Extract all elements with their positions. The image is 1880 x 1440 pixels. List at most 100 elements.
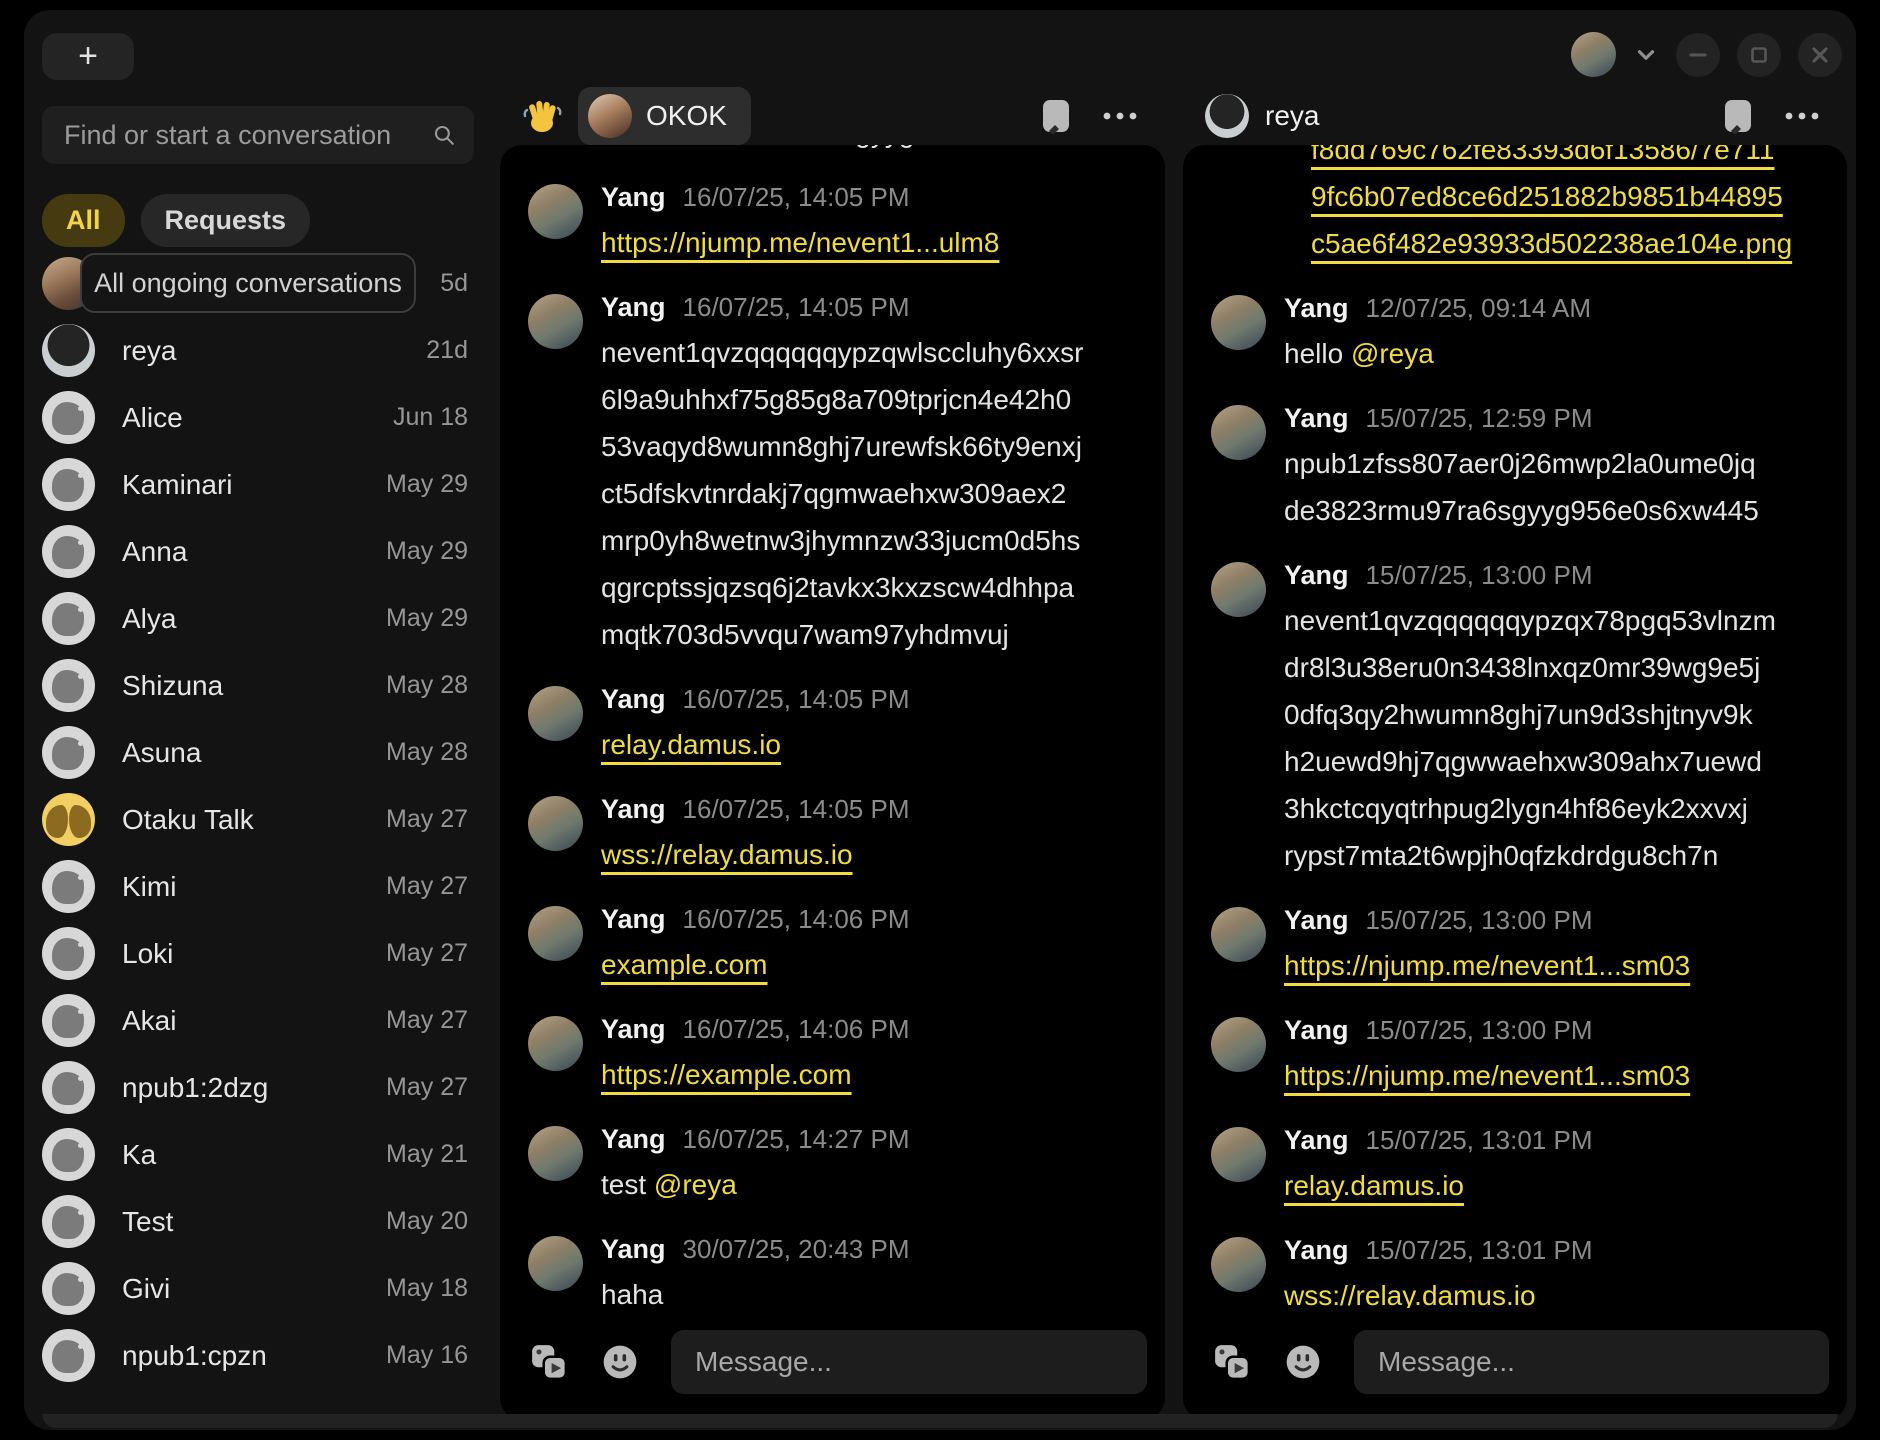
message-author: Yang xyxy=(1284,1235,1349,1266)
window-bottom-edge xyxy=(42,1414,1838,1428)
conversation-date: May 28 xyxy=(386,671,482,700)
message-author-avatar[interactable] xyxy=(1211,1237,1266,1292)
message-author-avatar[interactable] xyxy=(528,184,583,239)
message-scroll-area[interactable]: f8dd769c762fe83393d6f13586/7e711 9fc6b07… xyxy=(1183,145,1847,1308)
message-author-avatar[interactable] xyxy=(1211,1017,1266,1072)
more-options-button[interactable] xyxy=(1097,106,1143,126)
conversation-row[interactable]: Ka May 21 xyxy=(42,1121,482,1188)
message-author-avatar[interactable] xyxy=(528,1236,583,1291)
message-link[interactable]: wss://relay.damus.io xyxy=(1284,1280,1536,1308)
message-author-avatar[interactable] xyxy=(1211,1127,1266,1182)
message-author-avatar[interactable] xyxy=(528,686,583,741)
chat-message: Yang 16/07/25, 14:06 PM https://example.… xyxy=(528,1014,1143,1098)
message-timestamp: 15/07/25, 13:01 PM xyxy=(1366,1125,1593,1156)
conversation-row[interactable]: Shizuna May 28 xyxy=(42,652,482,719)
conversation-name: Givi xyxy=(122,1273,386,1305)
current-user-avatar[interactable] xyxy=(1571,32,1616,77)
chat-avatar-reya[interactable] xyxy=(1205,94,1249,138)
more-options-button[interactable] xyxy=(1779,106,1825,126)
conversation-avatar xyxy=(42,1262,95,1315)
message-link[interactable]: https://njump.me/nevent1...sm03 xyxy=(1284,950,1690,981)
conversation-avatar xyxy=(42,994,95,1047)
conversation-row[interactable]: Kaminari May 29 xyxy=(42,451,482,518)
note-pad-icon xyxy=(1723,98,1753,134)
conversation-row[interactable]: Kimi May 27 xyxy=(42,853,482,920)
conversation-date: May 29 xyxy=(386,604,482,633)
message-author-avatar[interactable] xyxy=(528,796,583,851)
message-author: Yang xyxy=(601,292,666,323)
notes-button[interactable] xyxy=(1037,94,1075,138)
message-author-avatar[interactable] xyxy=(528,1126,583,1181)
conversation-row[interactable]: Akai May 27 xyxy=(42,987,482,1054)
message-timestamp: 16/07/25, 14:06 PM xyxy=(683,1014,910,1045)
message-author-avatar[interactable] xyxy=(528,1016,583,1071)
conversation-row[interactable]: reya 21d xyxy=(42,317,482,384)
message-input[interactable] xyxy=(671,1330,1147,1394)
minimize-button[interactable] xyxy=(1676,33,1720,77)
close-button[interactable] xyxy=(1798,33,1842,77)
message-author-avatar[interactable] xyxy=(528,294,583,349)
message-link[interactable]: https://njump.me/nevent1...ulm8 xyxy=(601,227,999,258)
chat-title: OKOK xyxy=(646,100,727,132)
chat-title-pill-okok[interactable]: OKOK xyxy=(578,87,751,145)
tab-all[interactable]: All xyxy=(42,194,125,247)
message-author: Yang xyxy=(1284,403,1349,434)
message-link[interactable]: https://example.com xyxy=(601,1059,852,1090)
message-content: haha xyxy=(601,1271,1143,1308)
notes-button[interactable] xyxy=(1719,94,1757,138)
conversation-row[interactable]: Givi May 18 xyxy=(42,1255,482,1322)
maximize-button[interactable] xyxy=(1737,33,1781,77)
conversation-row[interactable]: Alice Jun 18 xyxy=(42,384,482,451)
conversation-row[interactable]: Alya May 29 xyxy=(42,585,482,652)
conversation-row[interactable]: Asuna May 28 xyxy=(42,719,482,786)
message-timestamp: 12/07/25, 09:14 AM xyxy=(1366,293,1592,324)
message-link[interactable]: f8dd769c762fe83393d6f13586/7e711 9fc6b07… xyxy=(1311,145,1792,259)
tab-requests[interactable]: Requests xyxy=(141,194,311,247)
message-author-avatar[interactable] xyxy=(1211,405,1266,460)
message-author: Yang xyxy=(601,684,666,715)
tooltip-all-ongoing-conversations: All ongoing conversations xyxy=(80,253,416,313)
message-author-avatar[interactable] xyxy=(1211,907,1266,962)
message-text: test xyxy=(601,1169,654,1200)
message-link[interactable]: example.com xyxy=(601,949,768,980)
conversation-row[interactable]: Otaku Talk May 27 xyxy=(42,786,482,853)
composer xyxy=(530,1330,1147,1394)
message-timestamp: 15/07/25, 13:01 PM xyxy=(1366,1235,1593,1266)
emoji-button[interactable] xyxy=(601,1343,639,1381)
message-author-avatar[interactable] xyxy=(528,906,583,961)
conversation-date: Jun 18 xyxy=(393,403,482,432)
message-link[interactable]: relay.damus.io xyxy=(1284,1170,1464,1201)
search-input[interactable] xyxy=(42,120,432,151)
attach-media-button[interactable] xyxy=(1213,1343,1251,1381)
message-input[interactable] xyxy=(1354,1330,1829,1394)
conversation-date: May 27 xyxy=(386,872,482,901)
conversation-name: Loki xyxy=(122,938,386,970)
mention-link[interactable]: @reya xyxy=(1351,338,1434,369)
mention-link[interactable]: @reya xyxy=(654,1169,737,1200)
conversation-date: May 29 xyxy=(386,470,482,499)
search-icon xyxy=(432,120,456,150)
conversation-row[interactable]: Test May 20 xyxy=(42,1188,482,1255)
chevron-down-icon[interactable] xyxy=(1633,42,1659,68)
waving-hand-icon xyxy=(522,96,562,136)
emoji-button[interactable] xyxy=(1284,1343,1322,1381)
message-link[interactable]: https://njump.me/nevent1...sm03 xyxy=(1284,1060,1690,1091)
message-author: Yang xyxy=(601,904,666,935)
message-link[interactable]: wss://relay.damus.io xyxy=(601,839,853,870)
chat-message: Yang 15/07/25, 13:00 PM https://njump.me… xyxy=(1211,1015,1825,1099)
new-conversation-button[interactable]: + xyxy=(42,33,134,80)
conversation-row[interactable]: npub1:2dzg May 27 xyxy=(42,1054,482,1121)
message-author-avatar[interactable] xyxy=(1211,562,1266,617)
message-content: npub1zfss807aer0j26mwp2la0ume0jq de3823r… xyxy=(1284,440,1825,534)
attach-media-button[interactable] xyxy=(530,1343,568,1381)
message-scroll-area[interactable]: de3823rmu97ra6sgyyg956e0s6xw445 Yang 16/… xyxy=(500,145,1165,1308)
message-timestamp: 16/07/25, 14:27 PM xyxy=(683,1124,910,1155)
message-author-avatar[interactable] xyxy=(1211,295,1266,350)
conversation-row[interactable]: Loki May 27 xyxy=(42,920,482,987)
conversation-row[interactable]: npub1:cpzn May 16 xyxy=(42,1322,482,1389)
chat-header-okok: OKOK xyxy=(500,87,1165,145)
message-link[interactable]: relay.damus.io xyxy=(601,729,781,760)
conversation-list[interactable]: 5d reya 21d Alice Jun 18 Kaminari May 29… xyxy=(42,250,482,1389)
conversation-row[interactable]: Anna May 29 xyxy=(42,518,482,585)
conversation-avatar xyxy=(42,458,95,511)
